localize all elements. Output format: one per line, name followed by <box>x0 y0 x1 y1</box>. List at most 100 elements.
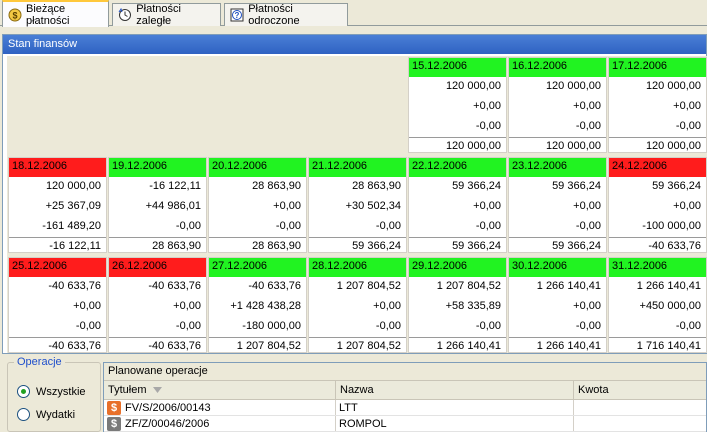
day-cell[interactable]: 21.12.2006 28 863,90 +30 502,34 -0,00 59 366… <box>308 157 407 253</box>
day-outflow: -0,00 <box>375 320 401 332</box>
day-end-balance: 59 366,24 <box>309 237 406 254</box>
day-cell[interactable]: 17.12.2006 120 000,00 +0,00 -0,00 120 000,00 <box>608 57 707 153</box>
day-inflow: +0,00 <box>73 300 101 312</box>
day-inflow: +0,00 <box>173 300 201 312</box>
day-inflow: +0,00 <box>473 100 501 112</box>
calendar-grid[interactable]: 15.12.2006 120 000,00 +0,00 -0,00 120 000,00… <box>7 56 707 353</box>
day-end-balance: 120 000,00 <box>609 137 706 154</box>
day-start-balance: 120 000,00 <box>445 80 501 92</box>
day-inflow: +1 428 438,28 <box>230 300 301 312</box>
day-cell[interactable]: 16.12.2006 120 000,00 +0,00 -0,00 120 000,00 <box>508 57 607 153</box>
tab-label: Bieżące płatności <box>26 2 70 27</box>
day-date: 24.12.2006 <box>609 158 706 177</box>
day-start-balance: -40 633,76 <box>48 280 101 292</box>
day-end-balance: 59 366,24 <box>409 237 506 254</box>
day-date: 31.12.2006 <box>609 258 706 277</box>
day-end-balance: 120 000,00 <box>509 137 606 154</box>
day-outflow: -0,00 <box>175 220 201 232</box>
day-date: 25.12.2006 <box>9 258 106 277</box>
day-inflow: +0,00 <box>573 200 601 212</box>
day-end-balance: -40 633,76 <box>9 337 106 354</box>
day-end-balance: 28 863,90 <box>209 237 306 254</box>
day-inflow: +0,00 <box>573 300 601 312</box>
day-cell[interactable]: 28.12.2006 1 207 804,52 +0,00 -0,00 1 207 80… <box>308 257 407 353</box>
day-date: 16.12.2006 <box>509 58 606 77</box>
table-row[interactable]: $ ZF/Z/00046/2006 ROMPOL <box>104 416 706 432</box>
day-start-balance: 120 000,00 <box>545 80 601 92</box>
day-inflow: +25 367,09 <box>45 200 101 212</box>
financial-status-panel: Stan finansów 15.12.2006 120 000,00 +0,00 -… <box>2 34 707 354</box>
day-cell[interactable]: 19.12.2006 -16 122,11 +44 986,01 -0,00 28 86… <box>108 157 207 253</box>
clock-arrow-icon <box>118 8 132 23</box>
panel-title: Stan finansów <box>3 35 706 54</box>
day-outflow: -0,00 <box>675 320 701 332</box>
day-cell[interactable]: 29.12.2006 1 207 804,52 +58 335,89 -0,00 1 2… <box>408 257 507 353</box>
day-cell[interactable]: 26.12.2006 -40 633,76 +0,00 -0,00 -40 633,76 <box>108 257 207 353</box>
day-cell[interactable]: 23.12.2006 59 366,24 +0,00 -0,00 59 366,24 <box>508 157 607 253</box>
day-inflow: +0,00 <box>573 100 601 112</box>
day-outflow: -0,00 <box>75 320 101 332</box>
radio-selected-icon <box>17 385 30 398</box>
day-inflow: +44 986,01 <box>145 200 201 212</box>
operations-legend: Operacje <box>14 356 65 368</box>
day-date: 19.12.2006 <box>109 158 206 177</box>
radio-wszystkie[interactable]: Wszystkie <box>17 385 86 398</box>
day-cell[interactable]: 18.12.2006 120 000,00 +25 367,09 -161 489,2… <box>8 157 107 253</box>
day-outflow: -180 000,00 <box>242 320 301 332</box>
dollar-orange-icon: $ <box>107 400 121 415</box>
table-row[interactable]: $ FV/S/2006/00143 LTT <box>104 400 706 416</box>
day-start-balance: -40 633,76 <box>148 280 201 292</box>
day-outflow: -0,00 <box>575 220 601 232</box>
svg-text:$: $ <box>12 10 17 20</box>
day-cell[interactable]: 20.12.2006 28 863,90 +0,00 -0,00 28 863,90 <box>208 157 307 253</box>
day-start-balance: 1 266 140,41 <box>536 280 601 292</box>
day-inflow: +0,00 <box>473 200 501 212</box>
tab-platnosci-odroczone[interactable]: ? Płatności odroczone <box>224 3 348 27</box>
row-title: FV/S/2006/00143 <box>125 401 211 414</box>
radio-wydatki[interactable]: Wydatki <box>17 408 75 421</box>
day-outflow: -161 489,20 <box>42 220 101 232</box>
day-cell[interactable]: 30.12.2006 1 266 140,41 +0,00 -0,00 1 266 14… <box>508 257 607 353</box>
day-start-balance: 1 266 140,41 <box>636 280 701 292</box>
day-end-balance: 120 000,00 <box>409 137 506 154</box>
tab-label: Płatności zaległe <box>136 3 181 27</box>
row-name: LTT <box>339 401 358 414</box>
day-inflow: +0,00 <box>673 200 701 212</box>
radio-unselected-icon <box>17 408 30 421</box>
day-cell[interactable]: 22.12.2006 59 366,24 +0,00 -0,00 59 366,24 <box>408 157 507 253</box>
day-date: 26.12.2006 <box>109 258 206 277</box>
day-outflow: -0,00 <box>275 220 301 232</box>
day-outflow: -0,00 <box>475 320 501 332</box>
day-inflow: +0,00 <box>373 300 401 312</box>
day-cell[interactable]: 27.12.2006 -40 633,76 +1 428 438,28 -180 00… <box>208 257 307 353</box>
day-date: 22.12.2006 <box>409 158 506 177</box>
radio-label: Wydatki <box>36 408 76 421</box>
day-cell[interactable]: 15.12.2006 120 000,00 +0,00 -0,00 120 000,00 <box>408 57 507 153</box>
row-name: ROMPOL <box>339 417 387 430</box>
column-header-kwota[interactable]: Kwota <box>574 381 706 399</box>
day-date: 17.12.2006 <box>609 58 706 77</box>
column-header-tytulem[interactable]: Tytułem <box>104 381 336 399</box>
day-inflow: +450 000,00 <box>639 300 701 312</box>
day-start-balance: 28 863,90 <box>252 180 301 192</box>
day-cell[interactable]: 31.12.2006 1 266 140,41 +450 000,00 -0,00 1 … <box>608 257 707 353</box>
question-clock-icon: ? <box>230 8 244 23</box>
day-start-balance: 28 863,90 <box>352 180 401 192</box>
day-start-balance: 1 207 804,52 <box>336 280 401 292</box>
day-cell[interactable]: 24.12.2006 59 366,24 +0,00 -100 000,00 -40 6… <box>608 157 707 253</box>
day-date: 15.12.2006 <box>409 58 506 77</box>
day-start-balance: 59 366,24 <box>652 180 701 192</box>
planned-title: Planowane operacje <box>104 363 706 381</box>
day-date: 23.12.2006 <box>509 158 606 177</box>
tab-biezace-platnosci[interactable]: $ Bieżące płatności <box>2 0 109 27</box>
day-date: 20.12.2006 <box>209 158 306 177</box>
day-outflow: -0,00 <box>175 320 201 332</box>
day-start-balance: 59 366,24 <box>552 180 601 192</box>
column-header-nazwa[interactable]: Nazwa <box>336 381 574 399</box>
tab-platnosci-zalegle[interactable]: Płatności zaległe <box>112 3 221 27</box>
sort-down-icon <box>152 384 162 396</box>
radio-label: Wszystkie <box>36 385 86 398</box>
day-end-balance: 59 366,24 <box>509 237 606 254</box>
day-cell[interactable]: 25.12.2006 -40 633,76 +0,00 -0,00 -40 633,76 <box>8 257 107 353</box>
day-outflow: -0,00 <box>375 220 401 232</box>
